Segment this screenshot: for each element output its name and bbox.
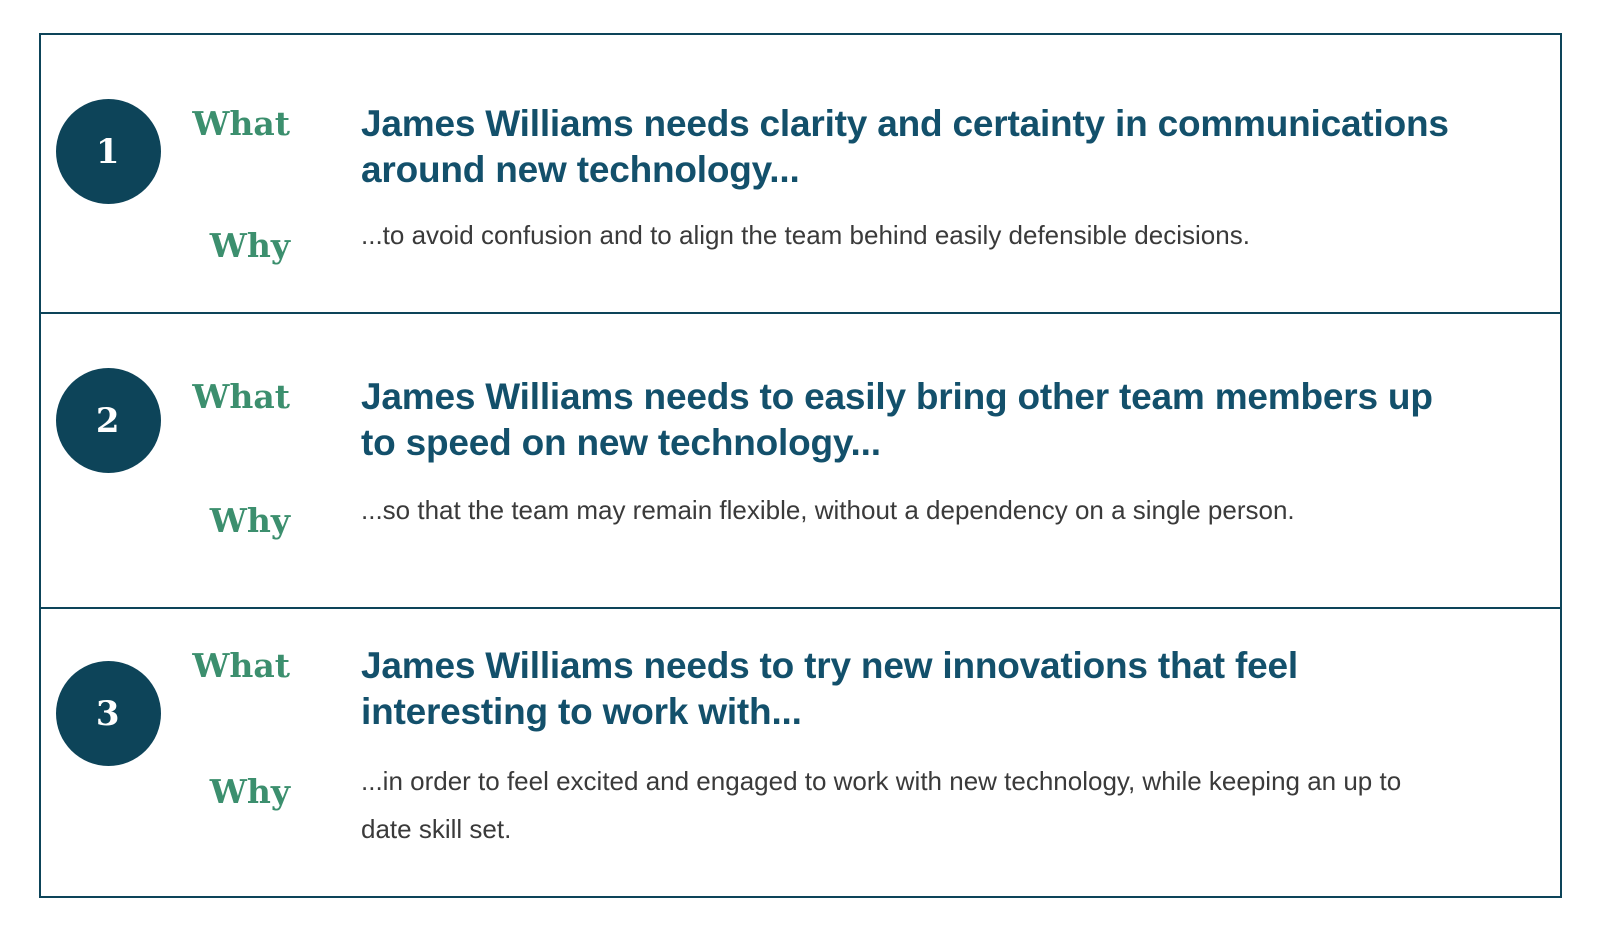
need-row: 2 What James Williams needs to easily br…	[41, 312, 1560, 607]
why-label: Why	[209, 225, 290, 265]
why-statement: ...in order to feel excited and engaged …	[361, 765, 1402, 844]
what-label: What	[192, 104, 290, 143]
why-statement: ...to avoid confusion and to align the t…	[361, 219, 1250, 250]
need-badge-column: 2	[41, 314, 175, 473]
need-content: What James Williams needs clarity and ce…	[175, 35, 1560, 262]
need-content: What James Williams needs to try new inn…	[175, 609, 1560, 853]
need-number-badge: 3	[55, 661, 161, 766]
what-statement: James Williams needs to easily bring oth…	[361, 376, 1433, 463]
needs-board: 1 What James Williams needs clarity and …	[39, 33, 1562, 898]
why-statement: ...so that the team may remain flexible,…	[361, 494, 1295, 525]
need-badge-column: 1	[41, 35, 175, 204]
what-label: What	[192, 646, 290, 685]
need-number-badge: 2	[55, 368, 161, 473]
need-content: What James Williams needs to easily brin…	[175, 314, 1560, 537]
need-row: 1 What James Williams needs clarity and …	[41, 35, 1560, 312]
what-label: What	[192, 377, 290, 416]
need-row: 3 What James Williams needs to try new i…	[41, 607, 1560, 896]
what-statement: James Williams needs clarity and certain…	[361, 103, 1449, 190]
need-badge-column: 3	[41, 609, 175, 766]
why-label: Why	[209, 771, 290, 811]
why-label: Why	[209, 500, 290, 540]
what-statement: James Williams needs to try new innovati…	[361, 645, 1298, 732]
need-number-badge: 1	[55, 99, 161, 204]
